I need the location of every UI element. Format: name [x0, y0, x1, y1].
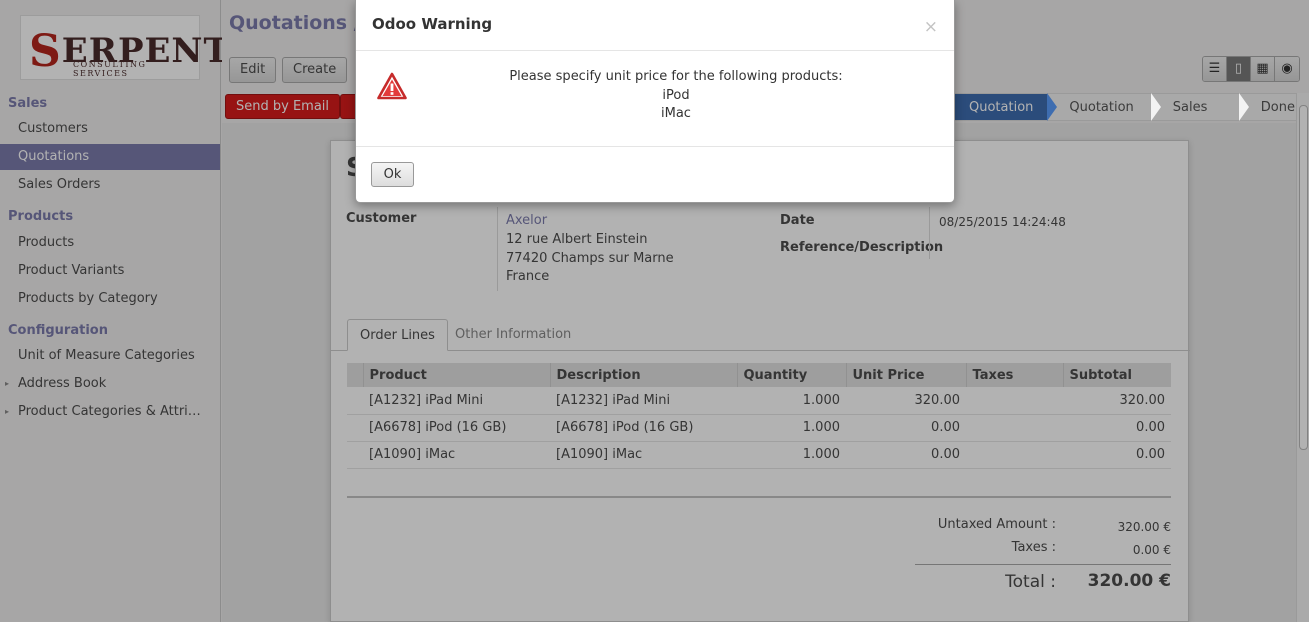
- warning-triangle-icon: [377, 72, 407, 100]
- dialog-header: Odoo Warning ×: [356, 0, 954, 51]
- missing-product-name: iMac: [661, 106, 691, 121]
- warning-text: Please specify unit price for the follow…: [509, 69, 843, 84]
- ok-button[interactable]: Ok: [371, 162, 414, 187]
- dialog-message: Please specify unit price for the follow…: [456, 68, 896, 124]
- missing-product-name: iPod: [662, 87, 690, 103]
- dialog-body: Please specify unit price for the follow…: [356, 51, 954, 147]
- close-icon[interactable]: ×: [924, 17, 938, 37]
- dialog-title: Odoo Warning: [372, 15, 493, 33]
- warning-dialog: Odoo Warning × Please specify unit price…: [355, 0, 955, 203]
